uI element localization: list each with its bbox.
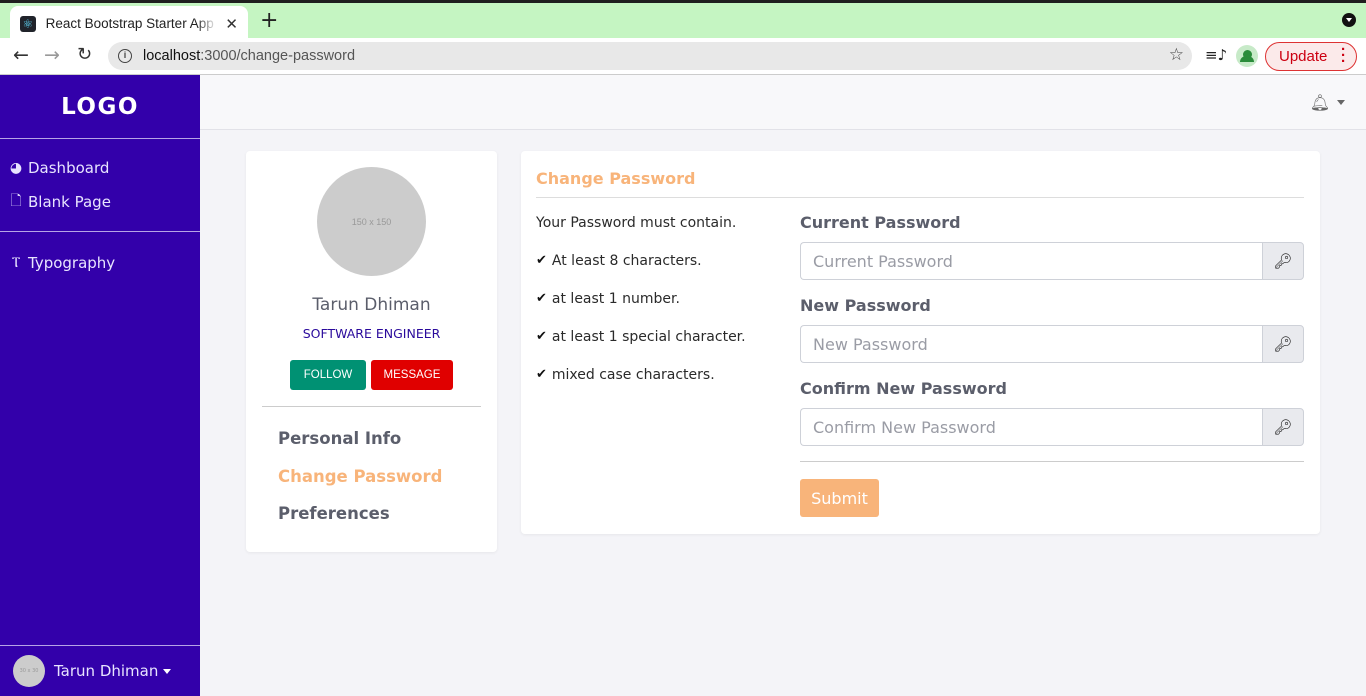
profile-menu-change-password[interactable]: Change Password [278,467,442,505]
sidebar-item-typography[interactable]: Ⲧ Typography [0,246,200,280]
sidebar-item-label: Dashboard [28,159,110,177]
profile-menu-preferences[interactable]: Preferences [278,504,442,542]
address-bar[interactable]: i localhost:3000/change-password ☆ [108,42,1192,70]
requirements-intro: Your Password must contain. [536,215,737,231]
profile-card: 150 x 150 Tarun Dhiman SOFTWARE ENGINEER… [246,151,497,552]
divider [536,197,1304,198]
sidebar-item-label: Typography [28,254,116,272]
requirement-text: At least 8 characters. [551,253,702,269]
kebab-menu-icon[interactable]: · · · [1341,42,1346,69]
requirement-text: mixed case characters. [551,367,715,383]
sidebar-nav-group: ◕ Dashboard 🗋 Blank Page [0,139,200,232]
text-height-icon: Ⲧ [11,255,21,271]
submit-button[interactable]: Submit [800,479,879,517]
browser-tab-bar: ⚛ React Bootstrap Starter App ✕ + [0,0,1366,41]
confirm-password-label: Confirm New Password [800,379,1007,398]
check-icon: ✔ [536,253,547,268]
new-password-input[interactable] [800,325,1262,363]
message-button[interactable]: MESSAGE [371,360,453,390]
current-password-input[interactable] [800,242,1262,280]
key-icon: 🔑︎ [1262,325,1304,363]
requirement-text: at least 1 special character. [551,329,746,345]
sidebar-nav-group-2: Ⲧ Typography [0,232,200,294]
change-password-form: Current Password 🔑︎ New Password 🔑︎ Conf… [800,213,1304,517]
caret-down-icon[interactable] [1337,100,1345,105]
dashboard-icon: ◕ [9,160,23,176]
tab-title: React Bootstrap Starter App [45,16,214,31]
file-icon: 🗋 [10,193,22,209]
check-icon: ✔ [536,291,547,306]
bookmark-star-icon[interactable]: ☆ [1169,45,1184,65]
divider [262,406,481,407]
back-icon[interactable]: ← [13,44,29,66]
browser-toolbar: ← → ↻ i localhost:3000/change-password ☆… [0,38,1366,75]
sidebar-item-label: Blank Page [28,193,111,211]
requirement-item: ✔ mixed case characters. [536,367,746,405]
profile-menu-personal-info[interactable]: Personal Info [278,429,442,467]
tab-search-button[interactable] [1342,13,1356,27]
url-path: :3000/change-password [200,48,356,64]
follow-button[interactable]: FOLLOW [290,360,366,390]
user-menu[interactable]: 30 x 30 Tarun Dhiman [0,645,200,696]
key-icon: 🔑︎ [1262,242,1304,280]
card-title: Change Password [536,169,696,188]
password-requirements: Your Password must contain. ✔ At least 8 … [536,215,746,405]
profile-job-title: SOFTWARE ENGINEER [302,326,441,341]
avatar: 30 x 30 [13,655,45,687]
check-icon: ✔ [536,367,547,382]
new-tab-button[interactable]: + [260,8,278,33]
profile-menu: Personal Info Change Password Preference… [278,429,442,542]
change-password-card: Change Password Your Password must conta… [521,151,1320,534]
current-password-group: 🔑︎ [800,242,1304,280]
media-control-icon[interactable]: ≡♪ [1205,46,1227,64]
confirm-password-input[interactable] [800,408,1262,446]
profile-icon[interactable] [1236,45,1258,67]
requirement-item: ✔ At least 8 characters. [536,253,746,291]
update-button[interactable]: Update · · · [1265,42,1357,71]
confirm-password-group: 🔑︎ [800,408,1304,446]
key-icon: 🔑︎ [1262,408,1304,446]
forward-icon[interactable]: → [44,44,60,66]
new-password-label: New Password [800,296,931,315]
current-password-label: Current Password [800,213,961,232]
requirement-text: at least 1 number. [551,291,680,307]
new-password-group: 🔑︎ [800,325,1304,363]
react-icon: ⚛ [20,15,36,32]
info-icon[interactable]: i [118,49,132,63]
sidebar: LOGO ◕ Dashboard 🗋 Blank Page Ⲧ Typograp… [0,75,200,696]
caret-down-icon [163,668,172,674]
check-icon: ✔ [536,329,547,344]
browser-tab[interactable]: ⚛ React Bootstrap Starter App ✕ [10,6,248,41]
user-name: Tarun Dhiman [54,662,159,680]
bell-icon[interactable]: 🔔︎ [1310,93,1330,112]
sidebar-item-blank-page[interactable]: 🗋 Blank Page [0,185,200,219]
requirement-item: ✔ at least 1 special character. [536,329,746,367]
profile-name: Tarun Dhiman [312,295,431,315]
url-host: localhost [143,48,201,64]
logo[interactable]: LOGO [0,75,200,139]
sidebar-item-dashboard[interactable]: ◕ Dashboard [0,151,200,185]
update-label: Update [1279,48,1328,65]
requirement-item: ✔ at least 1 number. [536,291,746,329]
profile-avatar: 150 x 150 [317,167,426,276]
reload-icon[interactable]: ↻ [77,44,92,65]
top-navbar: 🔔︎ [200,75,1366,130]
divider [800,461,1304,462]
close-tab-icon[interactable]: ✕ [225,15,238,33]
